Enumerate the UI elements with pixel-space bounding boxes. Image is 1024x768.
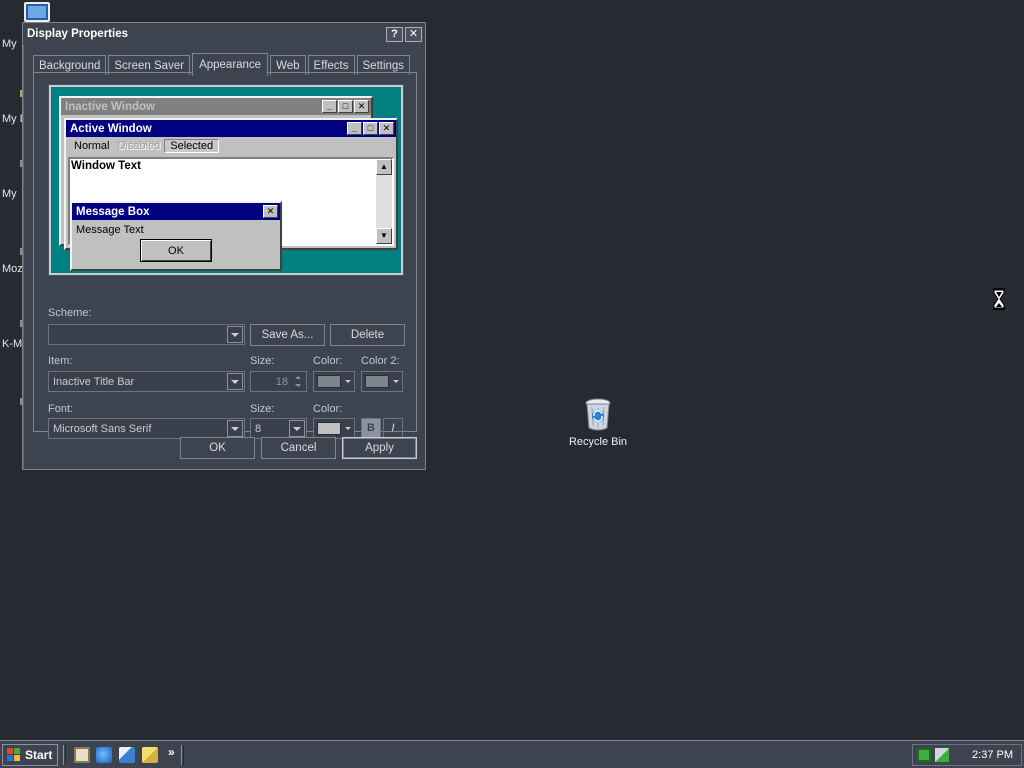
chevron-down-icon	[343, 380, 353, 383]
explorer-folder-icon[interactable]	[142, 747, 158, 763]
preview-close-icon: ✕	[354, 100, 369, 113]
font-size-label: Size:	[250, 403, 275, 415]
delete-scheme-button[interactable]: Delete	[330, 324, 405, 346]
preview-msgbox-close-icon: ✕	[263, 205, 278, 218]
desktop-monitor-icon[interactable]	[24, 2, 50, 22]
dialog-titlebar[interactable]: Display Properties ? ✕	[23, 23, 425, 45]
tray-app-icon[interactable]	[917, 748, 931, 762]
chevron-down-icon[interactable]	[227, 420, 243, 437]
desktop-icon-label[interactable]: My	[2, 38, 22, 50]
font-size-dropdown[interactable]: 8	[250, 418, 307, 439]
preview-active-title: Active Window	[70, 122, 152, 135]
item-size-label: Size:	[250, 355, 275, 367]
recycle-bin[interactable]: Recycle Bin	[566, 398, 630, 448]
item-color2-button[interactable]	[361, 371, 403, 392]
save-as-button[interactable]: Save As...	[250, 324, 325, 346]
preview-inactive-title: Inactive Window	[65, 100, 155, 113]
spin-arrows[interactable]	[291, 373, 305, 390]
item-dropdown[interactable]: Inactive Title Bar	[48, 371, 245, 392]
preview-message-box: Message Box ✕ Message Text OK	[70, 201, 282, 271]
preview-msgbox-title: Message Box	[76, 205, 150, 218]
spin-up-icon[interactable]	[291, 373, 305, 382]
appearance-panel: Inactive Window _ □ ✕ Active Window _ □ …	[33, 72, 417, 439]
desktop-icon-label[interactable]: Moz	[2, 263, 22, 275]
tab-appearance[interactable]: Appearance	[192, 53, 269, 76]
preview-inactive-titlebar: Inactive Window _ □ ✕	[61, 98, 371, 115]
apply-button[interactable]: Apply	[342, 437, 417, 459]
close-button[interactable]: ✕	[405, 26, 422, 42]
scroll-up-icon: ▲	[376, 159, 392, 175]
chevron-down-icon[interactable]	[227, 326, 243, 343]
item-color-button[interactable]	[313, 371, 355, 392]
scheme-dropdown[interactable]	[48, 324, 245, 345]
display-properties-dialog: Display Properties ? ✕ Background Screen…	[22, 22, 426, 470]
scheme-label: Scheme:	[48, 307, 92, 319]
chevron-down-icon[interactable]	[227, 373, 243, 390]
clock[interactable]: 2:37 PM	[972, 749, 1013, 761]
taskbar: Start » 2:37 PM	[0, 740, 1024, 768]
chevron-down-icon[interactable]	[289, 420, 305, 437]
dialog-title: Display Properties	[27, 28, 128, 40]
preview-menu-disabled: Disabled	[117, 139, 161, 152]
preview-close-icon: ✕	[379, 122, 394, 135]
preview-msgbox-ok: OK	[140, 239, 212, 262]
cancel-button[interactable]: Cancel	[261, 437, 336, 459]
desktop-icon-label[interactable]: K-M	[2, 338, 22, 350]
preview-maximize-icon: □	[338, 100, 353, 113]
preview-minimize-icon: _	[347, 122, 362, 135]
font-dropdown[interactable]: Microsoft Sans Serif	[48, 418, 245, 439]
preview-menu-normal: Normal	[74, 139, 110, 152]
font-label: Font:	[48, 403, 74, 415]
taskbar-separator	[181, 745, 184, 765]
internet-explorer-icon[interactable]	[96, 747, 112, 763]
item-value: Inactive Title Bar	[53, 375, 135, 388]
bold-button[interactable]: B	[361, 418, 381, 438]
outlook-express-icon[interactable]	[119, 747, 135, 763]
item-size-stepper[interactable]: 18	[250, 371, 307, 392]
item-color2-swatch	[365, 375, 389, 388]
start-button[interactable]: Start	[2, 744, 58, 766]
preview-msgbox-titlebar: Message Box ✕	[72, 203, 280, 220]
spin-down-icon[interactable]	[291, 382, 305, 391]
recycle-bin-icon	[584, 398, 612, 432]
preview-scrollbar: ▲ ▼	[376, 159, 392, 244]
ok-button[interactable]: OK	[180, 437, 255, 459]
preview-menu-bar: Normal Disabled Selected	[66, 137, 396, 154]
item-color-swatch	[317, 375, 341, 388]
preview-msgbox-text: Message Text	[76, 224, 144, 236]
show-desktop-icon[interactable]	[74, 747, 90, 763]
font-color-label: Color:	[313, 403, 343, 415]
font-value: Microsoft Sans Serif	[53, 422, 152, 435]
chevron-down-icon	[343, 427, 353, 430]
chevron-down-icon	[391, 380, 401, 383]
taskbar-separator	[63, 745, 66, 765]
scroll-down-icon: ▼	[376, 228, 392, 244]
preview-window-text: Window Text	[71, 160, 141, 172]
font-size-value: 8	[255, 422, 262, 435]
preview-minimize-icon: _	[322, 100, 337, 113]
system-tray: 2:37 PM	[912, 744, 1022, 766]
help-button[interactable]: ?	[386, 26, 403, 42]
desktop-icon-label[interactable]: My	[2, 188, 22, 200]
preview-maximize-icon: □	[363, 122, 378, 135]
start-label: Start	[25, 748, 53, 762]
font-color-swatch	[317, 422, 341, 435]
item-label: Item:	[48, 355, 73, 367]
hourglass-cursor-icon	[993, 288, 1005, 310]
italic-button[interactable]: I	[383, 418, 403, 438]
item-color-label: Color:	[313, 355, 343, 367]
windows-logo-icon	[6, 748, 22, 762]
font-color-button[interactable]	[313, 418, 355, 439]
network-icon[interactable]	[935, 748, 949, 762]
desktop-icon-label[interactable]: My D	[2, 113, 22, 125]
quick-launch-chevron[interactable]: »	[168, 745, 175, 759]
preview-menu-selected: Selected	[164, 138, 220, 153]
appearance-preview[interactable]: Inactive Window _ □ ✕ Active Window _ □ …	[48, 84, 404, 276]
item-size-value: 18	[275, 375, 288, 388]
preview-active-titlebar: Active Window _ □ ✕	[66, 120, 396, 137]
recycle-bin-label: Recycle Bin	[568, 436, 628, 448]
item-color2-label: Color 2:	[361, 355, 400, 367]
